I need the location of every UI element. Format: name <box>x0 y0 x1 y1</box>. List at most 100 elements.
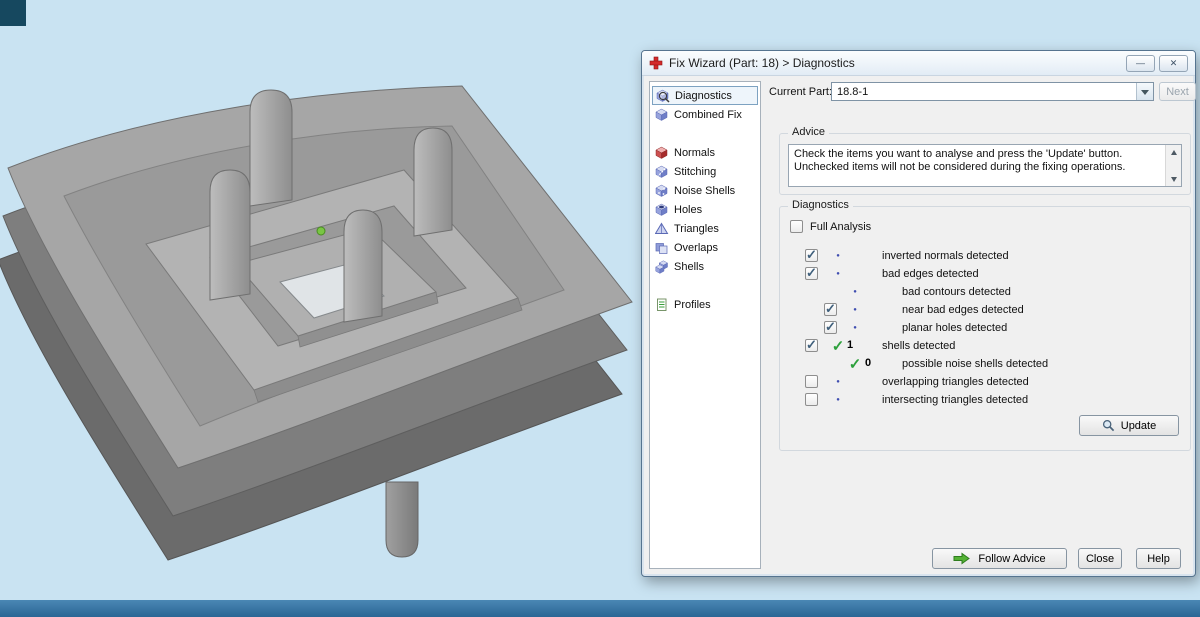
sidebar-item-label: Profiles <box>674 298 711 311</box>
sidebar-item-label: Diagnostics <box>675 89 732 102</box>
update-button-label: Update <box>1120 419 1157 432</box>
diagnostics-magnifier-icon <box>656 89 671 103</box>
red-cross-app-icon <box>649 56 663 70</box>
full-analysis-row: Full Analysis <box>790 220 871 233</box>
sidebar-item-label: Noise Shells <box>674 184 736 197</box>
status-count: 0 <box>865 357 872 369</box>
3d-viewport[interactable] <box>0 0 645 600</box>
sidebar-item-label: Overlaps <box>674 241 719 254</box>
cube-icon <box>655 108 670 122</box>
selection-marker <box>316 226 326 236</box>
chevron-down-icon[interactable] <box>1136 83 1153 100</box>
sidebar-item-label: Holes <box>674 203 703 216</box>
current-part-value: 18.8-1 <box>837 85 869 98</box>
sidebar-item-overlaps[interactable]: Overlaps <box>652 238 758 257</box>
sidebar-item-profiles[interactable]: Profiles <box>652 295 758 314</box>
follow-advice-button[interactable]: Follow Advice <box>932 548 1067 569</box>
model-pillar <box>413 127 453 237</box>
sidebar-item-triangles[interactable]: Triangles <box>652 219 758 238</box>
diagnostic-row: planar holes detected <box>780 319 1190 337</box>
sidebar-item-label: Shells <box>674 260 704 273</box>
diagnostic-label: overlapping triangles detected <box>882 376 1029 388</box>
triangles-icon <box>655 222 670 236</box>
diagnostic-row: near bad edges detected <box>780 301 1190 319</box>
advice-groupbox: Advice Check the items you want to analy… <box>779 126 1191 195</box>
sidebar-item-shells[interactable]: Shells <box>652 257 758 276</box>
diagnostic-label: intersecting triangles detected <box>882 394 1029 406</box>
close-window-button[interactable]: ✕ <box>1159 54 1188 72</box>
diagnostic-label: bad contours detected <box>902 286 1011 298</box>
profiles-icon <box>655 298 670 312</box>
sidebar-item-label: Combined Fix <box>674 108 742 121</box>
close-button[interactable]: Close <box>1078 548 1122 569</box>
checkbox[interactable] <box>805 265 818 281</box>
normals-icon <box>655 146 670 160</box>
model-pillar <box>209 169 251 301</box>
stitching-icon <box>655 165 670 179</box>
diagnostic-label: bad edges detected <box>882 268 979 280</box>
status-icon <box>846 283 864 301</box>
model-plate <box>0 85 633 561</box>
status-icon <box>846 319 864 337</box>
next-button[interactable]: Next <box>1159 82 1196 101</box>
full-analysis-checkbox[interactable] <box>790 220 803 233</box>
advice-scrollbar[interactable] <box>1165 145 1181 186</box>
diagnostic-label: inverted normals detected <box>882 250 1009 262</box>
diagnostic-label: possible noise shells detected <box>902 358 1049 370</box>
checkbox[interactable] <box>824 319 837 335</box>
diagnostic-row: 0 possible noise shells detected <box>780 355 1190 373</box>
checkbox[interactable] <box>805 393 818 406</box>
checkbox[interactable] <box>805 337 818 353</box>
checkbox[interactable] <box>824 301 837 317</box>
sidebar-item-stitching[interactable]: Stitching <box>652 162 758 181</box>
diagnostic-row: bad contours detected <box>780 283 1190 301</box>
status-icon <box>829 373 847 391</box>
dialog-title: Fix Wizard (Part: 18) > Diagnostics <box>669 56 855 70</box>
shells-icon <box>655 259 670 274</box>
model-peg <box>385 481 419 558</box>
diagnostics-title: Diagnostics <box>788 199 853 211</box>
minimize-button[interactable]: — <box>1126 54 1155 72</box>
diagnostic-label: near bad edges detected <box>902 304 1024 316</box>
sidebar-item-label: Triangles <box>674 222 719 235</box>
scroll-down-icon[interactable] <box>1166 173 1181 186</box>
help-button[interactable]: Help <box>1136 548 1181 569</box>
overlaps-icon <box>655 241 670 255</box>
advice-text: Check the items you want to analyse and … <box>794 148 1126 173</box>
checkbox[interactable] <box>805 247 818 263</box>
sidebar-item-combined-fix[interactable]: Combined Fix <box>652 105 758 124</box>
follow-advice-label: Follow Advice <box>978 552 1046 565</box>
current-part-combobox[interactable]: 18.8-1 <box>831 82 1154 101</box>
sidebar-item-normals[interactable]: Normals <box>652 143 758 162</box>
model-pillar <box>343 209 383 323</box>
holes-icon <box>655 203 670 217</box>
diagnostic-row: 1 shells detected <box>780 337 1190 355</box>
status-icon <box>829 265 847 283</box>
sidebar-item-label: Normals <box>674 146 715 159</box>
diagnostics-groupbox: Diagnostics Full Analysis inverted norma… <box>779 199 1191 451</box>
checkbox[interactable] <box>805 375 818 388</box>
status-count: 1 <box>847 339 854 351</box>
advice-panel: Check the items you want to analyse and … <box>788 144 1182 187</box>
scroll-up-icon[interactable] <box>1166 145 1181 158</box>
diagnostic-label: planar holes detected <box>902 322 1008 334</box>
diagnostic-row: overlapping triangles detected <box>780 373 1190 391</box>
sidebar-item-label: Stitching <box>674 165 717 178</box>
diagnostic-row: bad edges detected <box>780 265 1190 283</box>
current-part-label: Current Part: <box>769 86 832 98</box>
status-icon <box>846 301 864 319</box>
magnifier-icon <box>1102 419 1115 432</box>
diagnostic-row: intersecting triangles detected <box>780 391 1190 409</box>
dialog-titlebar[interactable]: Fix Wizard (Part: 18) > Diagnostics — ✕ <box>642 51 1195 76</box>
status-icon <box>829 337 847 356</box>
diagnostics-rows: inverted normals detected bad edges dete… <box>780 247 1190 409</box>
status-icon <box>846 355 864 374</box>
sidebar-separator <box>650 276 760 295</box>
sidebar-item-noise-shells[interactable]: Noise Shells <box>652 181 758 200</box>
advice-title: Advice <box>788 126 830 138</box>
sidebar-item-diagnostics[interactable]: Diagnostics <box>652 86 758 105</box>
sidebar-separator <box>650 124 760 143</box>
status-icon <box>829 391 847 409</box>
update-button[interactable]: Update <box>1079 415 1179 436</box>
sidebar-item-holes[interactable]: Holes <box>652 200 758 219</box>
